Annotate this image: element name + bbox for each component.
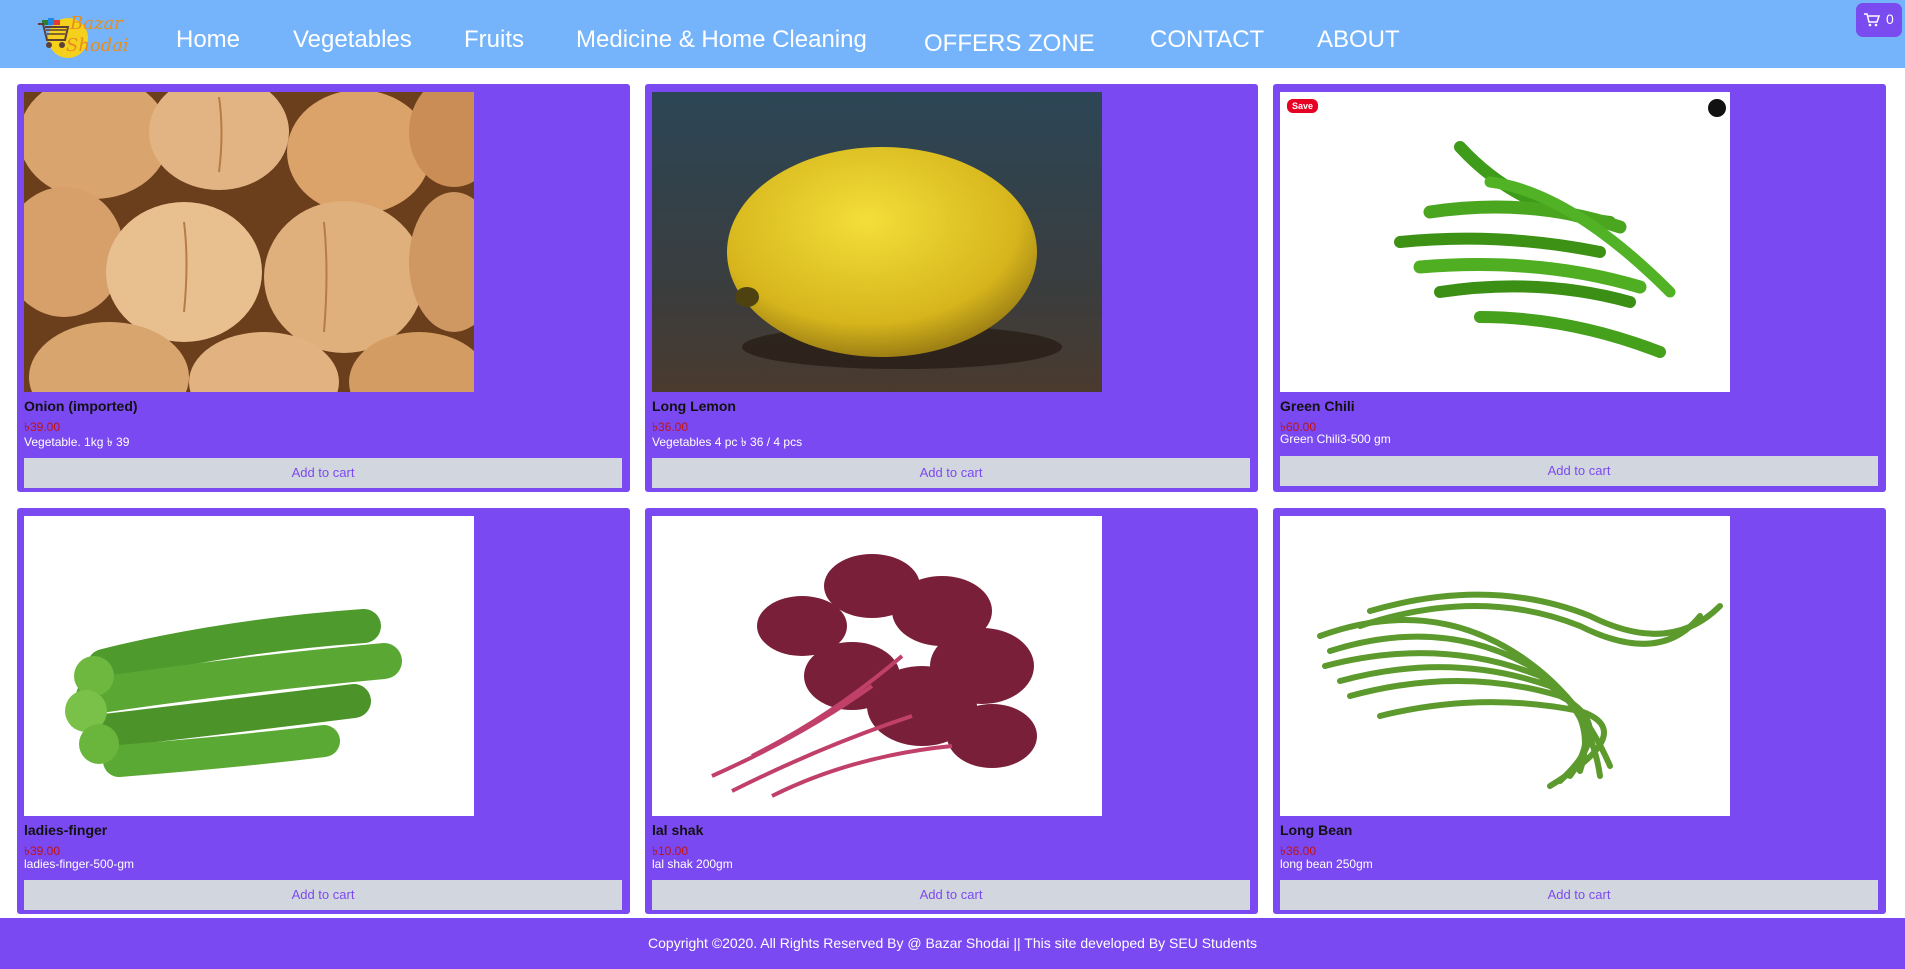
add-to-cart-button[interactable]: Add to cart <box>652 880 1250 910</box>
product-name: Long Bean <box>1280 822 1353 838</box>
nav-medicine-home-cleaning[interactable]: Medicine & Home Cleaning <box>576 26 867 54</box>
product-description: Green Chili3-500 gm <box>1280 432 1391 446</box>
product-image-lal-shak[interactable] <box>652 516 1102 816</box>
product-image-lemon[interactable] <box>652 92 1102 392</box>
product-card: ladies-finger ৳39.00 ladies-finger-500-g… <box>17 508 630 914</box>
product-card: lal shak ৳10.00 lal shak 200gm Add to ca… <box>645 508 1258 914</box>
product-description: long bean 250gm <box>1280 857 1373 871</box>
brand-logo[interactable]: Bazar Shodai <box>36 10 129 60</box>
add-to-cart-button[interactable]: Add to cart <box>24 880 622 910</box>
logo-text-line2: Shodai <box>66 35 129 56</box>
product-name: Green Chili <box>1280 398 1355 414</box>
add-to-cart-button[interactable]: Add to cart <box>652 458 1250 488</box>
visual-search-icon[interactable] <box>1708 99 1726 117</box>
product-image-onion[interactable] <box>24 92 474 392</box>
nav-home[interactable]: Home <box>176 26 240 54</box>
add-to-cart-button[interactable]: Add to cart <box>1280 880 1878 910</box>
product-card: Onion (imported) ৳39.00 Vegetable. 1kg ৳… <box>17 84 630 492</box>
product-description: ladies-finger-500-gm <box>24 857 135 871</box>
footer-copyright-text: Copyright ©2020. All Rights Reserved By … <box>648 935 1257 951</box>
product-name: ladies-finger <box>24 822 108 838</box>
nav-vegetables[interactable]: Vegetables <box>293 26 412 54</box>
product-card: Save Green Chili ৳60.00 Green Chili3-500… <box>1273 84 1886 492</box>
product-card: Long Lemon ৳36.00 Vegetables 4 pc ৳ 36 /… <box>645 84 1258 492</box>
top-navbar: Bazar Shodai Home Vegetables Fruits Medi… <box>0 0 1905 68</box>
nav-fruits[interactable]: Fruits <box>464 26 524 54</box>
cart-count: 0 <box>1886 11 1894 27</box>
cart-icon <box>1864 13 1880 27</box>
product-description: Vegetable. 1kg ৳ 39 <box>24 435 130 449</box>
product-image-ladies-finger[interactable] <box>24 516 474 816</box>
nav-offers-zone[interactable]: OFFERS ZONE <box>924 30 1095 58</box>
product-description: lal shak 200gm <box>652 857 733 871</box>
product-name: Long Lemon <box>652 398 736 414</box>
pinterest-save-button[interactable]: Save <box>1287 99 1319 113</box>
add-to-cart-button[interactable]: Add to cart <box>1280 456 1878 486</box>
site-footer: Copyright ©2020. All Rights Reserved By … <box>0 918 1905 969</box>
add-to-cart-button[interactable]: Add to cart <box>24 458 622 488</box>
product-description: Vegetables 4 pc ৳ 36 / 4 pcs <box>652 435 803 449</box>
logo-text-line1: Bazar <box>70 13 123 34</box>
cart-button[interactable]: 0 <box>1856 3 1902 37</box>
nav-contact[interactable]: CONTACT <box>1150 26 1264 54</box>
product-name: Onion (imported) <box>24 398 138 414</box>
product-image-long-bean[interactable] <box>1280 516 1730 816</box>
nav-about[interactable]: ABOUT <box>1317 26 1400 54</box>
product-image-green-chili[interactable]: Save <box>1280 92 1730 392</box>
product-card: Long Bean ৳36.00 long bean 250gm Add to … <box>1273 508 1886 914</box>
product-name: lal shak <box>652 822 704 838</box>
